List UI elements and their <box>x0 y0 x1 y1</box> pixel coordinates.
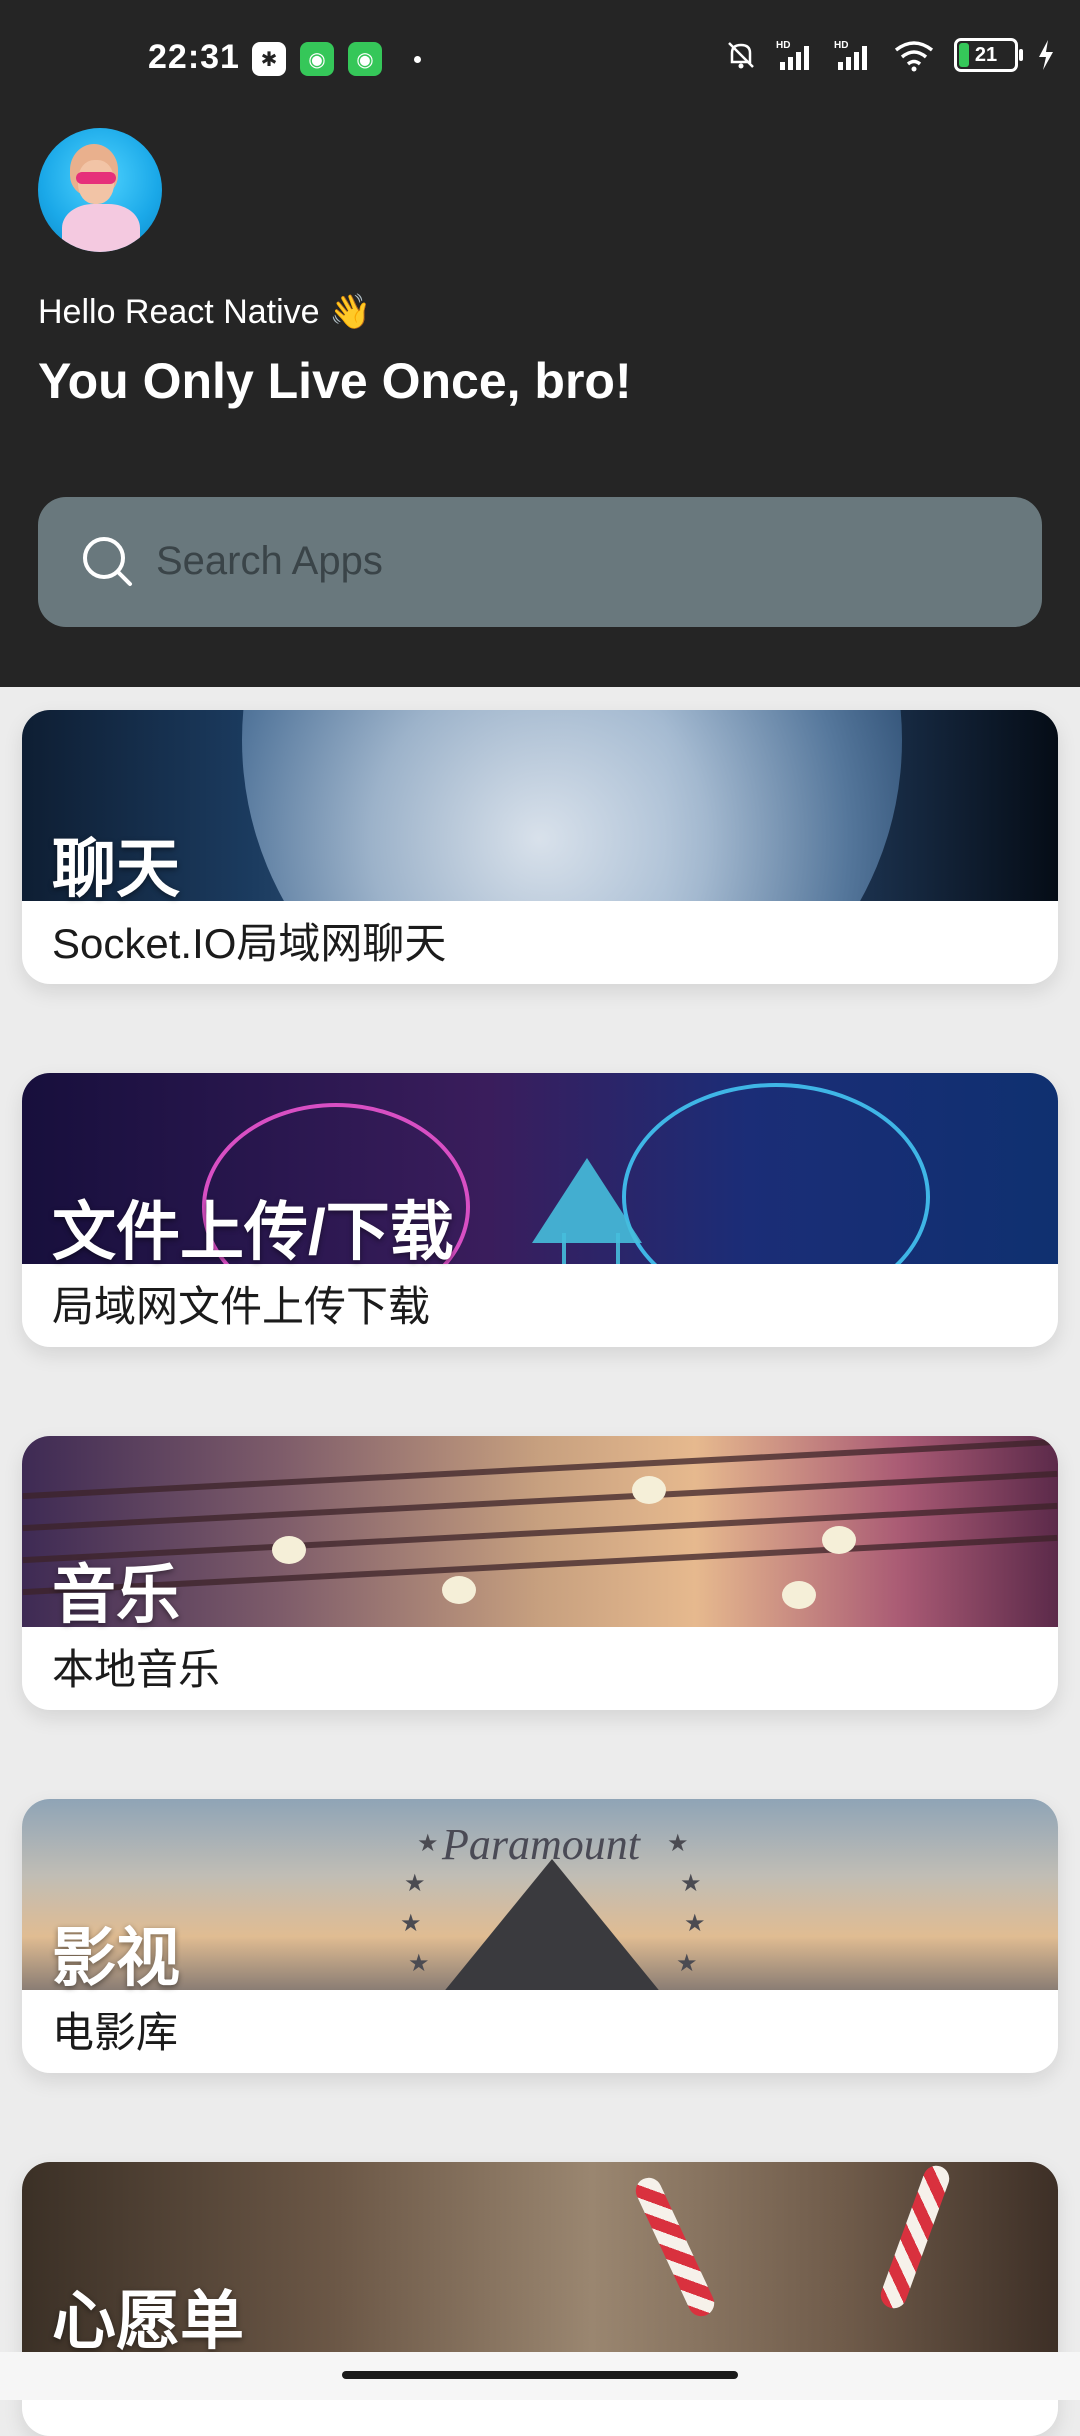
android-app-icon: ◉ <box>300 42 334 76</box>
music-note <box>272 1536 306 1564</box>
card-title: 文件上传/下载 <box>52 1196 454 1268</box>
battery-icon: 21 <box>954 38 1023 72</box>
music-note <box>822 1526 856 1554</box>
candy-cane <box>631 2173 719 2321</box>
paramount-logo-text: Paramount <box>442 1820 640 1869</box>
paramount-mountain <box>442 1859 662 1990</box>
signal-hd-icon: HD <box>776 40 809 70</box>
mute-icon <box>728 42 754 69</box>
upload-arrow-icon <box>532 1158 642 1243</box>
star-icon: ★ <box>684 1910 706 1937</box>
home-indicator[interactable] <box>342 2371 738 2379</box>
more-notifications-dot <box>414 55 421 63</box>
star-icon: ★ <box>404 1870 426 1897</box>
star-icon: ★ <box>667 1830 689 1857</box>
status-bar: 22:31 ✱ ◉ ◉ HD HD 21 <box>0 0 1080 120</box>
upload-arrow-stem <box>562 1233 620 1264</box>
music-note <box>442 1576 476 1604</box>
wifi-icon <box>894 41 934 72</box>
android-app-icon-2: ◉ <box>348 42 382 76</box>
cloud-outline-right <box>622 1083 930 1264</box>
charging-icon <box>1039 40 1053 70</box>
greeting-text: Hello React Native 👋 <box>38 293 372 331</box>
search-bar[interactable]: Search Apps <box>38 497 1042 627</box>
card-chat[interactable]: 聊天 Socket.IO局域网聊天 <box>22 710 1058 984</box>
card-title: 聊天 <box>52 833 180 905</box>
card-movies[interactable]: Paramount ★ ★ ★ ★ ★ ★ ★ ★ 影视 电影库 <box>22 1799 1058 2073</box>
status-right-icons: HD HD 21 <box>724 38 1056 72</box>
hd-label: HD <box>776 40 790 51</box>
card-music[interactable]: 音乐 本地音乐 <box>22 1436 1058 1710</box>
hd-label-2: HD <box>834 40 848 51</box>
status-time: 22:31 <box>148 38 240 76</box>
signal-hd-icon-2: HD <box>834 40 867 70</box>
star-icon: ★ <box>408 1950 430 1977</box>
avatar[interactable] <box>38 128 162 252</box>
card-title: 音乐 <box>52 1559 180 1631</box>
avatar-body <box>62 204 140 252</box>
search-input[interactable]: Search Apps <box>156 539 383 584</box>
header: 22:31 ✱ ◉ ◉ HD HD 21 Hello React Native … <box>0 0 1080 687</box>
candy-cane <box>877 2162 953 2312</box>
motto-title: You Only Live Once, bro! <box>38 353 632 409</box>
bluetooth-icon: ✱ <box>252 42 286 76</box>
card-subtitle: Socket.IO局域网聊天 <box>52 920 447 967</box>
avatar-glasses <box>76 172 116 184</box>
card-subtitle: 局域网文件上传下载 <box>52 1283 431 1330</box>
card-file-transfer[interactable]: 文件上传/下载 局域网文件上传下载 <box>22 1073 1058 1347</box>
star-icon: ★ <box>400 1910 422 1937</box>
status-left-icons: ✱ ◉ ◉ <box>252 42 421 76</box>
card-subtitle: 电影库 <box>52 2009 179 2056</box>
card-title: 影视 <box>52 1922 180 1994</box>
search-icon <box>83 537 132 586</box>
music-staff-line <box>22 1470 1058 1532</box>
earth-graphic <box>242 710 902 901</box>
star-icon: ★ <box>417 1830 439 1857</box>
star-icon: ★ <box>680 1870 702 1897</box>
battery-fill <box>959 43 969 67</box>
battery-level: 21 <box>974 43 998 66</box>
music-note <box>632 1476 666 1504</box>
music-staff-line <box>22 1438 1058 1500</box>
music-note <box>782 1581 816 1609</box>
star-icon: ★ <box>676 1950 698 1977</box>
card-subtitle: 本地音乐 <box>52 1646 221 1693</box>
card-title: 心愿单 <box>52 2285 244 2357</box>
